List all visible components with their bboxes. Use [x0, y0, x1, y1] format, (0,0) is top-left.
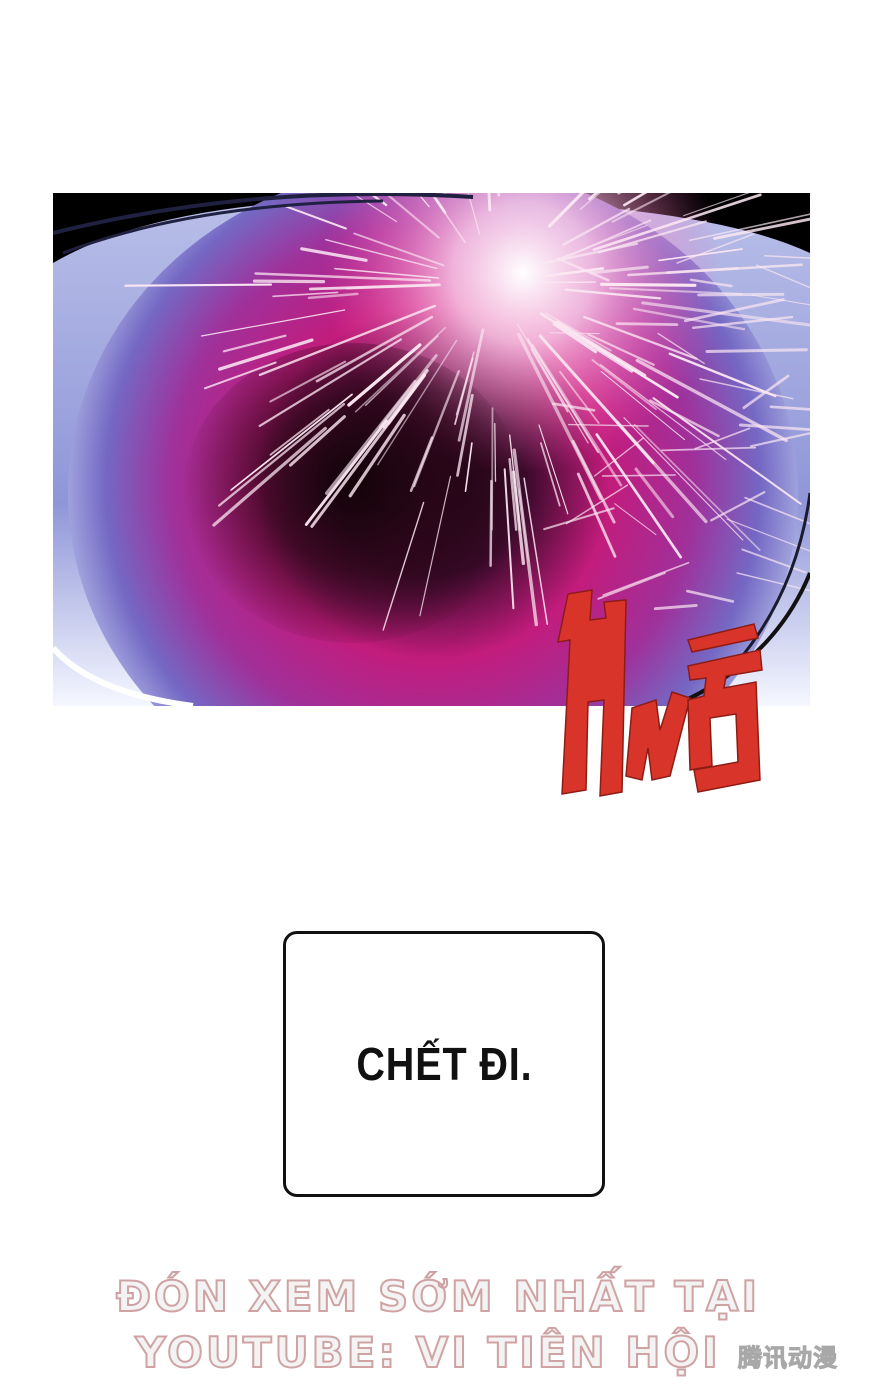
- hatch-stroke: [615, 322, 679, 327]
- comic-page: CHẾT ĐI. ĐÓN XEM SỚM NHẤT TẠI YOUTUBE: V…: [0, 0, 880, 1396]
- caption-text: CHẾT ĐI.: [355, 1038, 533, 1090]
- sparkle-stroke: [124, 283, 273, 287]
- sound-effect-lettering: [557, 589, 763, 797]
- speech-caption-box: CHẾT ĐI.: [283, 931, 605, 1197]
- sparkle-stroke: [489, 479, 493, 568]
- publisher-logo-watermark: 腾讯动漫: [738, 1338, 838, 1373]
- hatch-stroke: [705, 348, 808, 353]
- sparkle-stroke: [252, 279, 326, 284]
- hatch-stroke: [697, 292, 785, 297]
- watermark-line-1: ĐÓN XEM SỚM NHẤT TẠI: [115, 1271, 761, 1322]
- hatch-stroke: [601, 474, 677, 477]
- publisher-logo-text: 腾讯动漫: [738, 1344, 838, 1373]
- sparkle-stroke: [600, 282, 697, 287]
- sparkle-stroke: [494, 423, 497, 482]
